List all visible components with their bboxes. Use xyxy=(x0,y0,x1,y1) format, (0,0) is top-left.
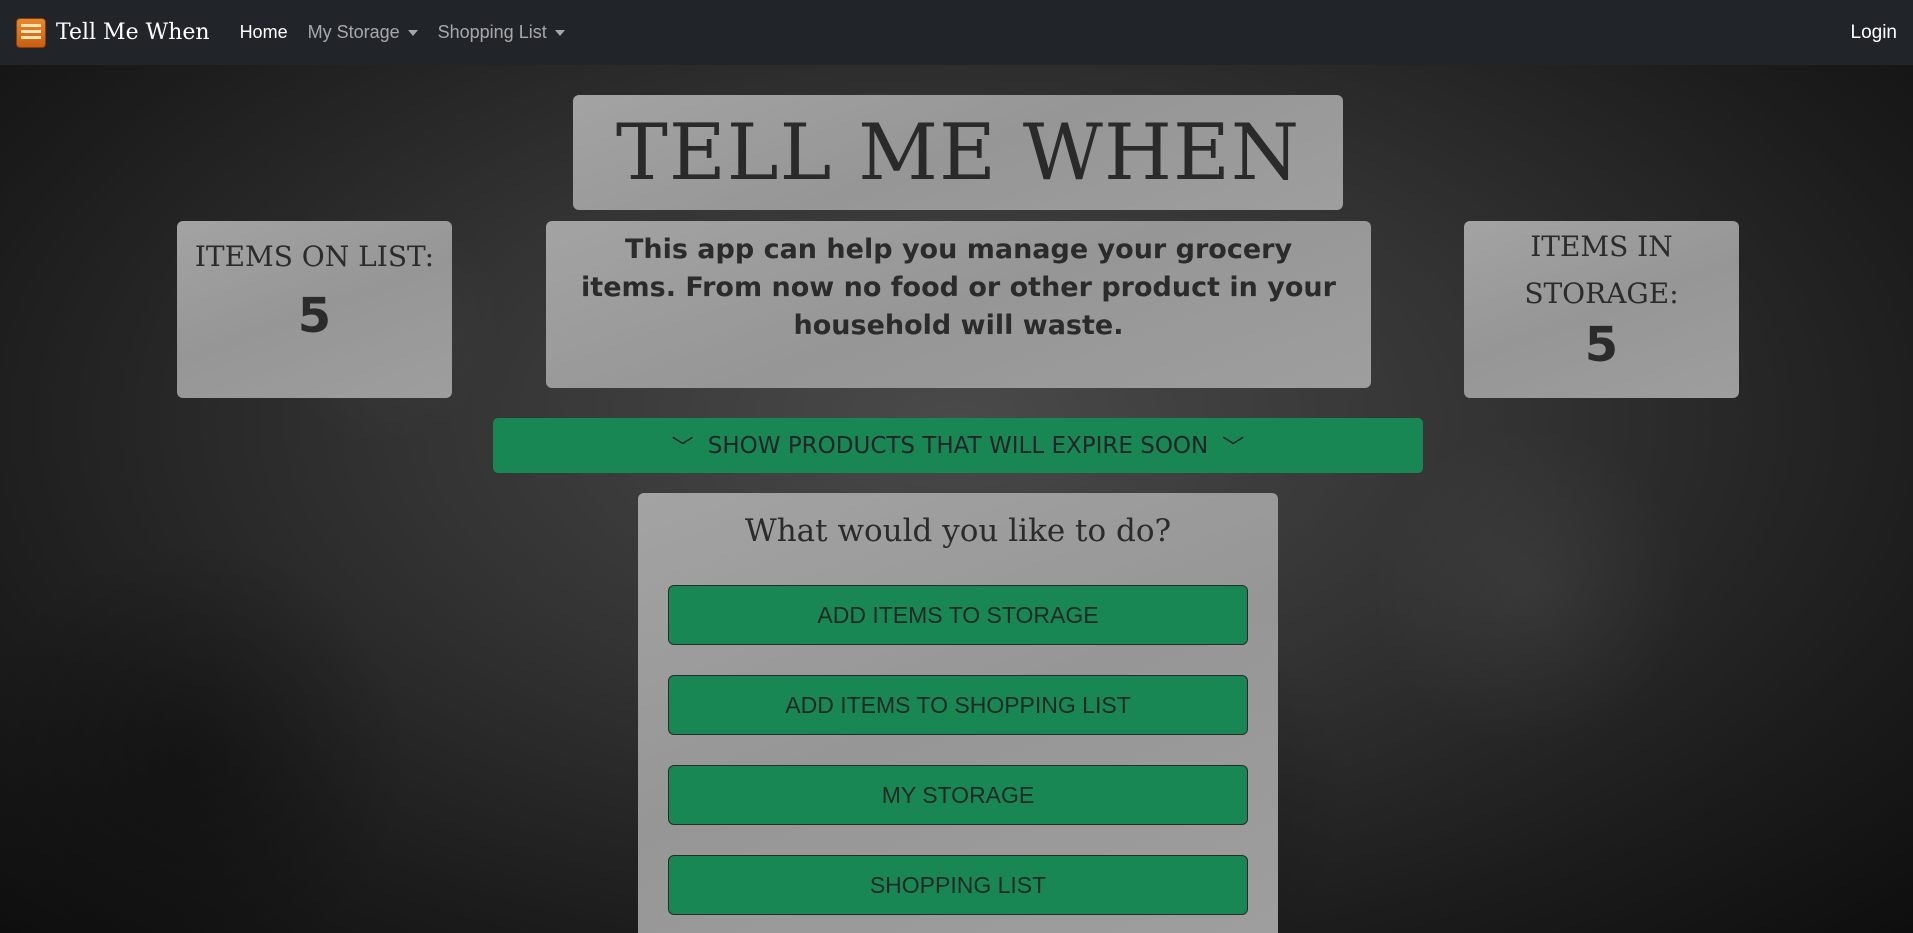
add-items-to-storage-button[interactable]: ADD ITEMS TO STORAGE xyxy=(668,585,1248,645)
nav-home[interactable]: Home xyxy=(240,22,288,43)
my-storage-button[interactable]: MY STORAGE xyxy=(668,765,1248,825)
items-in-storage-count: 5 xyxy=(1584,317,1619,373)
nav-shopping-list-dropdown[interactable]: Shopping List xyxy=(438,22,565,43)
show-expiring-products-button[interactable]: ﹀ SHOW PRODUCTS THAT WILL EXPIRE SOON ﹀ xyxy=(493,418,1423,473)
shopping-list-button[interactable]: SHOPPING LIST xyxy=(668,855,1248,915)
show-expiring-products-label: SHOW PRODUCTS THAT WILL EXPIRE SOON xyxy=(707,432,1209,459)
caret-down-icon xyxy=(554,29,565,36)
app-logo-icon xyxy=(16,17,46,48)
caret-down-icon xyxy=(407,29,418,36)
items-in-storage-card: ITEMS IN STORAGE: 5 xyxy=(1464,221,1739,398)
items-on-list-count: 5 xyxy=(297,288,332,344)
chevron-down-icon: ﹀ xyxy=(1222,435,1245,461)
brand[interactable]: Tell Me When xyxy=(16,17,210,48)
items-on-list-card: ITEMS ON LIST: 5 xyxy=(177,221,452,398)
chevron-down-icon: ﹀ xyxy=(671,435,694,461)
description-panel: This app can help you manage your grocer… xyxy=(546,221,1371,388)
actions-heading: What would you like to do? xyxy=(744,513,1172,549)
add-items-to-shopping-list-button[interactable]: ADD ITEMS TO SHOPPING LIST xyxy=(668,675,1248,735)
page-title: TELL ME WHEN xyxy=(615,107,1301,198)
items-on-list-label: ITEMS ON LIST: xyxy=(194,240,435,273)
navbar: Tell Me When Home My Storage Shopping Li… xyxy=(0,0,1913,65)
login-link[interactable]: Login xyxy=(1851,22,1898,44)
nav-my-storage-dropdown[interactable]: My Storage xyxy=(308,22,418,43)
items-in-storage-label: ITEMS IN STORAGE: xyxy=(1524,230,1679,310)
nav-shopping-list-label: Shopping List xyxy=(437,22,547,42)
title-panel: TELL ME WHEN xyxy=(573,95,1343,210)
brand-name: Tell Me When xyxy=(56,20,210,45)
nav-my-storage-label: My Storage xyxy=(307,22,400,42)
app-description: This app can help you manage your grocer… xyxy=(581,234,1336,341)
actions-panel: What would you like to do? ADD ITEMS TO … xyxy=(638,493,1278,933)
